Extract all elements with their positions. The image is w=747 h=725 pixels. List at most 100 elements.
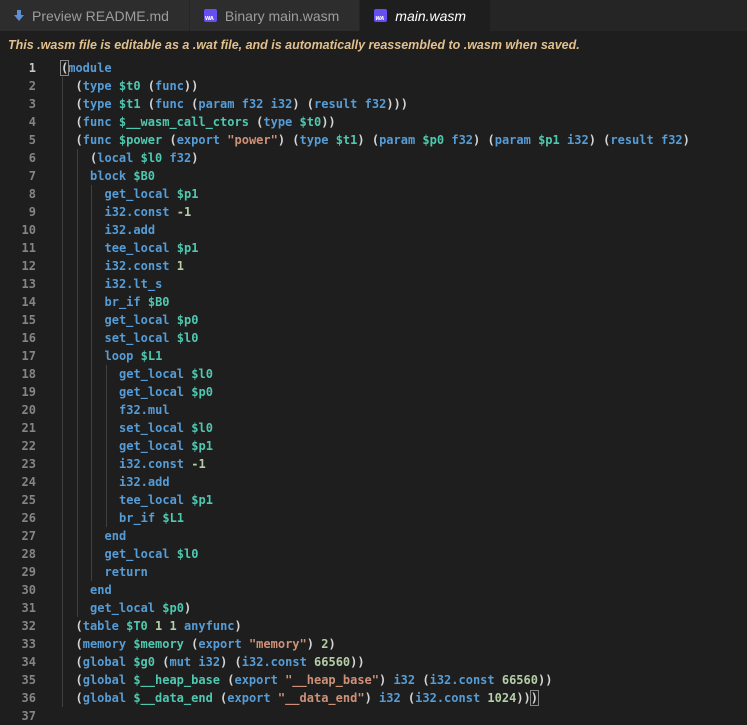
code-line[interactable]: 16 set_local $l0 xyxy=(0,329,747,347)
code-line[interactable]: 13 i32.lt_s xyxy=(0,275,747,293)
code-line[interactable]: 23 i32.const -1 xyxy=(0,455,747,473)
indent-guide xyxy=(91,311,92,329)
code-token: get_local xyxy=(119,439,185,453)
indent-guide xyxy=(76,545,78,563)
indent-guide xyxy=(62,635,63,653)
code-text: (type $t1 (func (param f32 i32) (result … xyxy=(76,95,409,113)
code-text: loop $L1 xyxy=(105,347,163,365)
code-line[interactable]: 22 get_local $p1 xyxy=(0,437,747,455)
line-number: 18 xyxy=(21,367,36,381)
code-line[interactable]: 37 xyxy=(0,707,747,725)
code-token: $__wasm_call_ctors xyxy=(118,115,249,129)
code-token: f32 xyxy=(660,133,683,147)
tab-label: Preview README.md xyxy=(32,7,169,24)
code-token: 1 xyxy=(169,619,177,633)
indent-guide xyxy=(62,689,63,707)
code-token: i32.const xyxy=(429,673,495,687)
code-line[interactable]: 17 loop $L1 xyxy=(0,347,747,365)
code-line[interactable]: 18 get_local $l0 xyxy=(0,365,747,383)
indent-guide xyxy=(91,239,92,257)
code-token: $L1 xyxy=(162,511,185,525)
line-number: 30 xyxy=(21,583,36,597)
code-line[interactable]: 36 (global $__data_end (export "__data_en… xyxy=(0,689,747,707)
code-line[interactable]: 2 (type $t0 (func)) xyxy=(0,77,747,95)
code-text: br_if $L1 xyxy=(119,509,184,527)
code-line[interactable]: 11 tee_local $p1 xyxy=(0,239,747,257)
code-text: (global $__data_end (export "__data_end"… xyxy=(76,689,540,707)
indent-guide xyxy=(62,509,63,527)
code-line[interactable]: 4 (func $__wasm_call_ctors (type $t0)) xyxy=(0,113,747,131)
indent-guide xyxy=(62,473,63,491)
code-token: $t0 xyxy=(299,115,322,129)
code-line[interactable]: 30 end xyxy=(0,581,747,599)
code-token: func xyxy=(155,79,184,93)
indent-guide xyxy=(105,437,107,455)
code-line[interactable]: 28 get_local $l0 xyxy=(0,545,747,563)
code-line[interactable]: 3 (type $t1 (func (param f32 i32) (result… xyxy=(0,95,747,113)
indent-guide xyxy=(62,113,63,131)
code-text: i32.add xyxy=(119,473,170,491)
indent-guide xyxy=(91,347,92,365)
code-token: $p1 xyxy=(538,133,560,147)
line-number: 1 xyxy=(28,61,36,75)
code-token: $p0 xyxy=(162,601,184,615)
code-token: get_local xyxy=(104,187,170,201)
code-line[interactable]: 29 return xyxy=(0,563,747,581)
code-line[interactable]: 26 br_if $L1 xyxy=(0,509,747,527)
code-text: get_local $p1 xyxy=(119,437,213,455)
code-editor[interactable]: 1 (module 2 (type $t0 (func)) 3 (type $t1 (fu… xyxy=(0,59,747,725)
code-text: (type $t0 (func)) xyxy=(76,77,199,95)
code-line[interactable]: 15 get_local $p0 xyxy=(0,311,747,329)
code-line[interactable]: 5 (func $power (export "power") (type $t1… xyxy=(0,131,747,149)
tab-binary-main-wasm[interactable]: Binary main.wasm xyxy=(189,0,361,31)
code-token: ) xyxy=(529,690,540,706)
code-token: 66560 xyxy=(501,673,538,687)
code-token: ) xyxy=(328,637,336,651)
indent-guide xyxy=(76,491,78,509)
code-token: ) xyxy=(682,133,690,147)
code-line[interactable]: 9 i32.const -1 xyxy=(0,203,747,221)
code-token: $T0 xyxy=(126,619,148,633)
code-line[interactable]: 33 (memory $memory (export "memory") 2) xyxy=(0,635,747,653)
code-line[interactable]: 19 get_local $p0 xyxy=(0,383,747,401)
code-line[interactable]: 14 br_if $B0 xyxy=(0,293,747,311)
tab-preview-readme[interactable]: Preview README.md xyxy=(0,0,190,31)
code-token: $l0 xyxy=(176,331,199,345)
line-number: 10 xyxy=(21,223,36,237)
indent-guide xyxy=(76,401,78,419)
code-token: 66560 xyxy=(314,655,351,669)
text-cursor xyxy=(538,691,540,706)
code-line[interactable]: 6 (local $l0 f32) xyxy=(0,149,747,167)
code-line[interactable]: 12 i32.const 1 xyxy=(0,257,747,275)
code-token: ) xyxy=(379,673,394,687)
tab-main-wasm[interactable]: main.wasm xyxy=(360,0,492,31)
indent-guide xyxy=(76,473,78,491)
code-token: global xyxy=(82,655,127,669)
code-token: $B0 xyxy=(133,169,156,183)
code-token: ( xyxy=(75,619,83,633)
code-line[interactable]: 20 f32.mul xyxy=(0,401,747,419)
code-line[interactable]: 35 (global $__heap_base (export "__heap_b… xyxy=(0,671,747,689)
code-token: get_local xyxy=(104,313,170,327)
code-line[interactable]: 34 (global $g0 (mut i32) (i32.const 66560… xyxy=(0,653,747,671)
code-line[interactable]: 24 i32.add xyxy=(0,473,747,491)
code-line[interactable]: 31 get_local $p0) xyxy=(0,599,747,617)
code-token: i32.const xyxy=(104,205,170,219)
code-line[interactable]: 21 set_local $l0 xyxy=(0,419,747,437)
indent-guide xyxy=(91,257,92,275)
indent-guide xyxy=(76,203,78,221)
indent-guide xyxy=(62,527,63,545)
code-line[interactable]: 32 (table $T0 1 1 anyfunc) xyxy=(0,617,747,635)
code-line[interactable]: 8 get_local $p1 xyxy=(0,185,747,203)
line-number: 15 xyxy=(21,313,36,327)
code-line[interactable]: 7 block $B0 xyxy=(0,167,747,185)
code-text: set_local $l0 xyxy=(105,329,199,347)
editable-notice: This .wasm file is editable as a .wat fi… xyxy=(8,38,580,52)
code-line[interactable]: 10 i32.add xyxy=(0,221,747,239)
code-line[interactable]: 25 tee_local $p1 xyxy=(0,491,747,509)
code-line[interactable]: 1 (module xyxy=(0,59,747,77)
code-line[interactable]: 27 end xyxy=(0,527,747,545)
